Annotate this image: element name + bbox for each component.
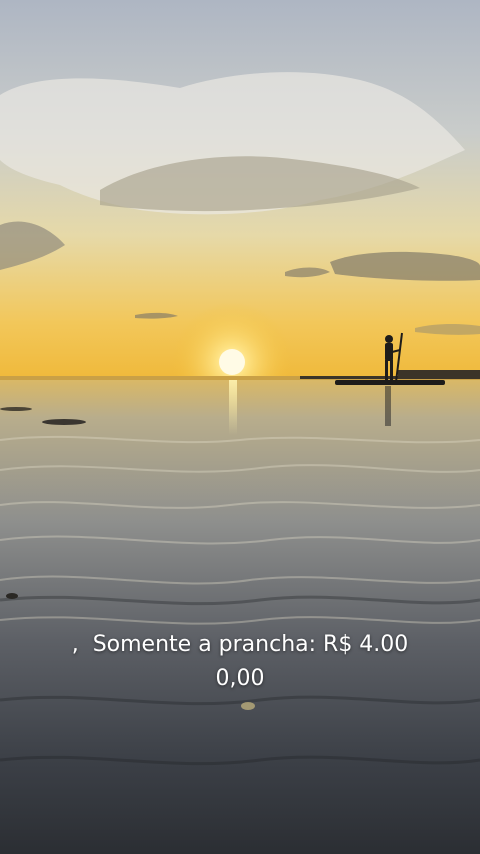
caption-text-1: Somente a prancha: R$ 4.00: [92, 632, 409, 657]
price-caption: , Somente a prancha: R$ 4.00 0,00: [0, 628, 480, 696]
floating-debris: [42, 419, 86, 425]
sunset-photo: [0, 0, 480, 854]
caption-line-2: 0,00: [215, 666, 265, 691]
sun-reflection: [229, 380, 237, 435]
caption-line-1: , Somente a prancha: R$ 4.00: [0, 628, 480, 662]
silhouette-reflection: [385, 386, 391, 426]
caption-lead-mark: ,: [71, 632, 79, 657]
